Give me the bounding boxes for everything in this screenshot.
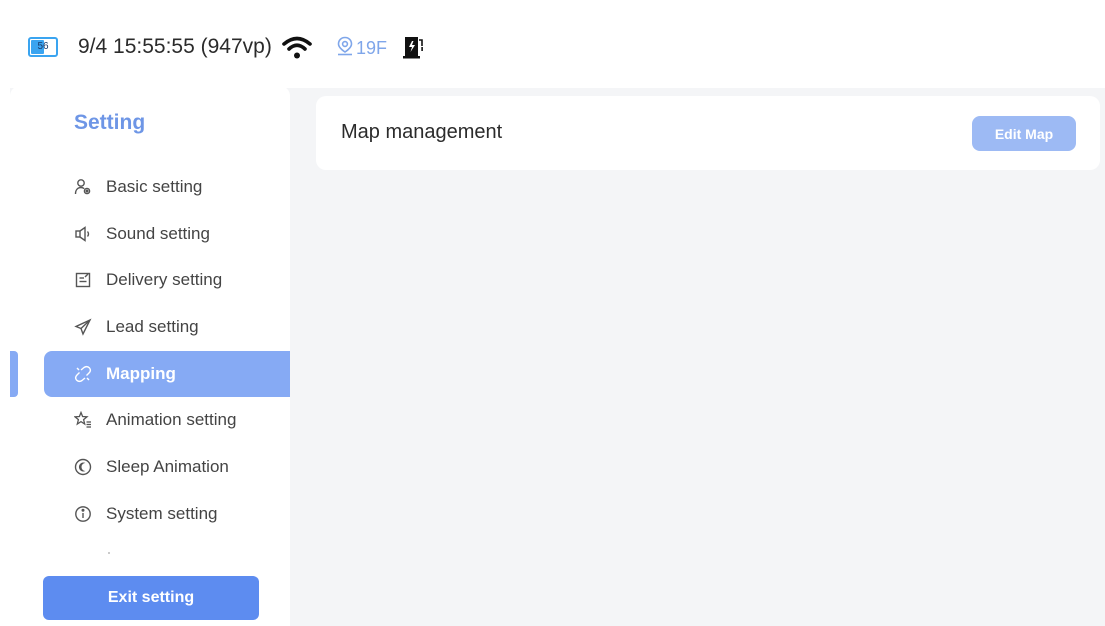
sidebar-item-label: Sound setting [106,224,210,243]
sidebar-item-label: Basic setting [106,177,203,196]
charging-station-icon [402,34,428,65]
sidebar-item-label: System setting [106,504,218,523]
user-gear-icon [74,178,92,196]
sidebar-title: Setting [74,111,146,134]
sidebar-item-delivery-setting[interactable]: Delivery setting [44,257,290,303]
sidebar-item-lead-setting[interactable]: Lead setting [44,304,290,350]
status-bar: 56 9/4 15:55:55 (947vp) 19F [0,0,1105,88]
floor-label: 19F [356,38,388,58]
scroll-indicator [108,552,110,554]
location-pin-icon [336,36,354,61]
send-icon [74,318,92,336]
floor-indicator: 19F [336,36,387,61]
sidebar-item-sound-setting[interactable]: Sound setting [44,211,290,257]
clipboard-edit-icon [74,271,92,289]
sidebar-item-label: Sleep Animation [106,457,229,476]
sidebar-item-basic-setting[interactable]: Basic setting [44,164,290,210]
sidebar-item-label: Animation setting [106,410,237,429]
edit-map-button[interactable]: Edit Map [972,116,1076,151]
sidebar-item-system-setting[interactable]: System setting [44,491,290,537]
battery-icon: 56 [28,37,58,57]
sidebar-item-label: Lead setting [106,317,199,336]
speaker-icon [74,225,92,243]
status-clock: 9/4 15:55:55 (947vp) [78,35,272,58]
sidebar-item-label: Delivery setting [106,270,223,289]
sidebar-item-animation-setting[interactable]: Animation setting [44,397,290,443]
sidebar-item-label: Mapping [106,364,176,383]
active-item-marker [10,351,18,397]
info-icon [74,505,92,523]
moon-icon [74,458,92,476]
card-title: Map management [341,121,503,143]
wifi-icon [282,36,312,65]
sidebar-item-sleep-animation[interactable]: Sleep Animation [44,444,290,490]
exit-setting-button[interactable]: Exit setting [43,576,259,620]
sidebar-item-mapping[interactable]: Mapping [44,351,290,397]
mapping-icon [74,365,92,383]
stars-icon [74,411,92,429]
battery-level: 56 [37,41,49,52]
